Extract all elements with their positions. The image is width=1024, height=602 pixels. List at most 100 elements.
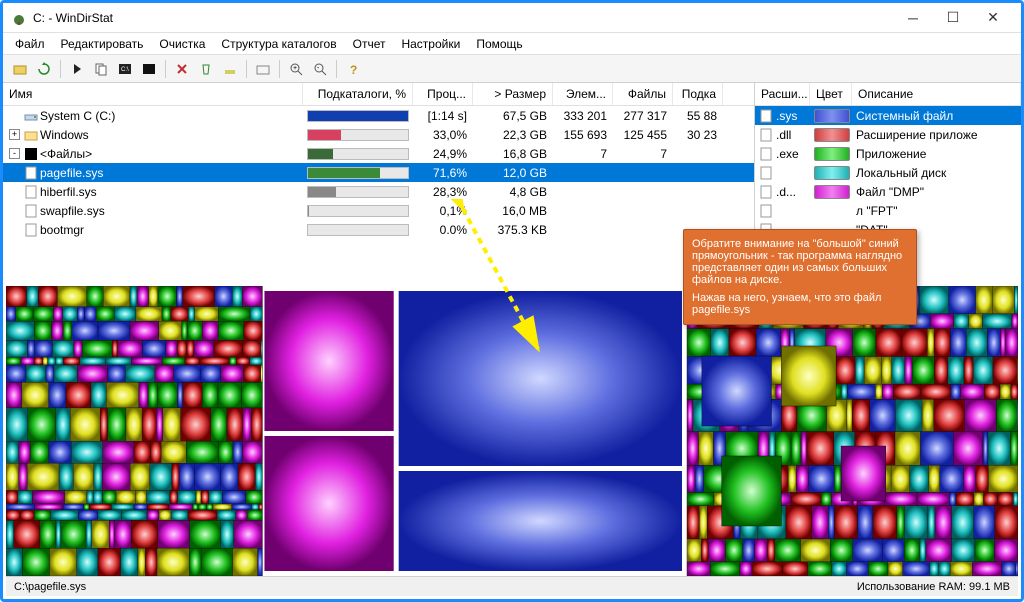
refresh-icon[interactable] — [33, 58, 55, 80]
row-size: 4,8 GB — [473, 185, 553, 199]
menu-файл[interactable]: Файл — [7, 35, 53, 53]
row-name: <Файлы> — [40, 147, 92, 161]
menu-очистка[interactable]: Очистка — [151, 35, 213, 53]
minimize-button[interactable]: ─ — [893, 5, 933, 31]
callout-text-2: Нажав на него, узнаем, что это файл page… — [692, 292, 908, 316]
status-path: C:\pagefile.sys — [14, 581, 86, 593]
maximize-button[interactable]: ☐ — [933, 5, 973, 31]
tree-row[interactable]: System C (C:)[1:14 s]67,5 GB333 201277 3… — [3, 106, 754, 125]
expand-toggle[interactable]: + — [9, 129, 20, 140]
menubar: ФайлРедактироватьОчисткаСтруктура катало… — [3, 33, 1021, 55]
treemap[interactable] — [6, 286, 1018, 576]
file-icon — [759, 185, 773, 199]
status-ram: Использование RAM: 99.1 MB — [857, 581, 1010, 593]
copy-icon[interactable] — [90, 58, 112, 80]
ext-row[interactable]: Локальный диск — [755, 163, 1021, 182]
file-icon — [24, 185, 38, 199]
tree-panel[interactable]: Имя Подкаталоги, % Проц... > Размер Элем… — [3, 83, 755, 283]
ext-row[interactable]: .exeПриложение — [755, 144, 1021, 163]
color-swatch — [814, 185, 850, 199]
tree-row[interactable]: swapfile.sys0,1%16,0 MB — [3, 201, 754, 220]
blackbox-icon — [24, 147, 38, 161]
open-icon[interactable] — [9, 58, 31, 80]
file-icon — [759, 166, 773, 180]
col-sub[interactable]: Подкаталоги, % — [303, 83, 413, 105]
ext-row[interactable]: .dllРасширение приложе — [755, 125, 1021, 144]
folder-icon — [24, 128, 38, 142]
ext-desc: Файл "DMP" — [852, 185, 1021, 199]
row-name: System C (C:) — [40, 109, 115, 123]
console-icon[interactable] — [138, 58, 160, 80]
row-files: 7 — [613, 147, 673, 161]
ext-desc: Расширение приложе — [852, 128, 1021, 142]
row-pct: [1:14 s] — [413, 109, 473, 123]
terminal-icon[interactable]: C:\ — [114, 58, 136, 80]
statusbar: C:\pagefile.sys Использование RAM: 99.1 … — [6, 576, 1018, 596]
menu-редактировать[interactable]: Редактировать — [53, 35, 152, 53]
zoom-out-icon[interactable]: - — [309, 58, 331, 80]
help-icon[interactable]: ? — [342, 58, 364, 80]
col-size[interactable]: > Размер — [473, 83, 553, 105]
ext-desc: Приложение — [852, 147, 1021, 161]
menu-настройки[interactable]: Настройки — [393, 35, 468, 53]
col-pct[interactable]: Проц... — [413, 83, 473, 105]
row-name: pagefile.sys — [40, 166, 103, 180]
percent-bar — [307, 129, 409, 141]
row-pct: 71,6% — [413, 166, 473, 180]
folder-icon[interactable] — [252, 58, 274, 80]
svg-text:+: + — [293, 65, 297, 72]
recycle-icon[interactable] — [195, 58, 217, 80]
file-icon — [24, 223, 38, 237]
row-files: 125 455 — [613, 128, 673, 142]
col-description[interactable]: Описание — [852, 83, 1021, 105]
percent-bar — [307, 167, 409, 179]
ext-desc: Системный файл — [852, 109, 1021, 123]
menu-структура каталогов[interactable]: Структура каталогов — [213, 35, 344, 53]
row-files: 277 317 — [613, 109, 673, 123]
action-icon[interactable] — [219, 58, 241, 80]
titlebar: C: - WinDirStat ─ ☐ ✕ — [3, 3, 1021, 33]
file-icon — [759, 147, 773, 161]
ext-row[interactable]: .d... Файл "DMP" — [755, 182, 1021, 201]
ext-text: .sys — [776, 109, 797, 123]
row-pct: 0.0% — [413, 223, 473, 237]
expand-toggle[interactable]: - — [9, 148, 20, 159]
svg-text:C:\: C:\ — [121, 67, 129, 73]
app-icon — [11, 10, 27, 26]
file-icon — [24, 166, 38, 180]
col-subs[interactable]: Подка — [673, 83, 723, 105]
annotation-callout: Обратите внимание на "большой" синий пря… — [683, 229, 917, 325]
menu-помощь[interactable]: Помощь — [468, 35, 530, 53]
tree-row[interactable]: -<Файлы>24,9%16,8 GB77 — [3, 144, 754, 163]
col-extension[interactable]: Расши... — [755, 83, 810, 105]
col-files[interactable]: Файлы — [613, 83, 673, 105]
tree-row[interactable]: pagefile.sys71,6%12,0 GB — [3, 163, 754, 182]
row-name: Windows — [40, 128, 89, 142]
col-color[interactable]: Цвет — [810, 83, 852, 105]
color-swatch — [814, 109, 850, 123]
col-elem[interactable]: Элем... — [553, 83, 613, 105]
delete-icon[interactable] — [171, 58, 193, 80]
ext-text: .d... — [776, 185, 796, 199]
close-button[interactable]: ✕ — [973, 5, 1013, 31]
callout-text-1: Обратите внимание на "большой" синий пря… — [692, 238, 908, 286]
ext-row[interactable]: .sys Системный файл — [755, 106, 1021, 125]
tree-row[interactable]: bootmgr 0.0%375.3 KB — [3, 220, 754, 239]
row-subs: 30 23 — [673, 128, 723, 142]
zoom-in-icon[interactable]: + — [285, 58, 307, 80]
ext-row[interactable]: л "FPT" — [755, 201, 1021, 220]
row-name: hiberfil.sys — [40, 185, 97, 199]
tree-row[interactable]: +Windows33,0%22,3 GB155 693125 45530 23 — [3, 125, 754, 144]
col-name[interactable]: Имя — [3, 83, 303, 105]
menu-отчет[interactable]: Отчет — [345, 35, 394, 53]
play-icon[interactable] — [66, 58, 88, 80]
row-size: 375.3 KB — [473, 223, 553, 237]
percent-bar — [307, 148, 409, 160]
toolbar: C:\ + - ? — [3, 55, 1021, 83]
row-size: 67,5 GB — [473, 109, 553, 123]
row-subs: 55 88 — [673, 109, 723, 123]
tree-row[interactable]: hiberfil.sys28,3%4,8 GB — [3, 182, 754, 201]
percent-bar — [307, 110, 409, 122]
row-name: bootmgr — [40, 223, 84, 237]
file-icon — [24, 204, 38, 218]
